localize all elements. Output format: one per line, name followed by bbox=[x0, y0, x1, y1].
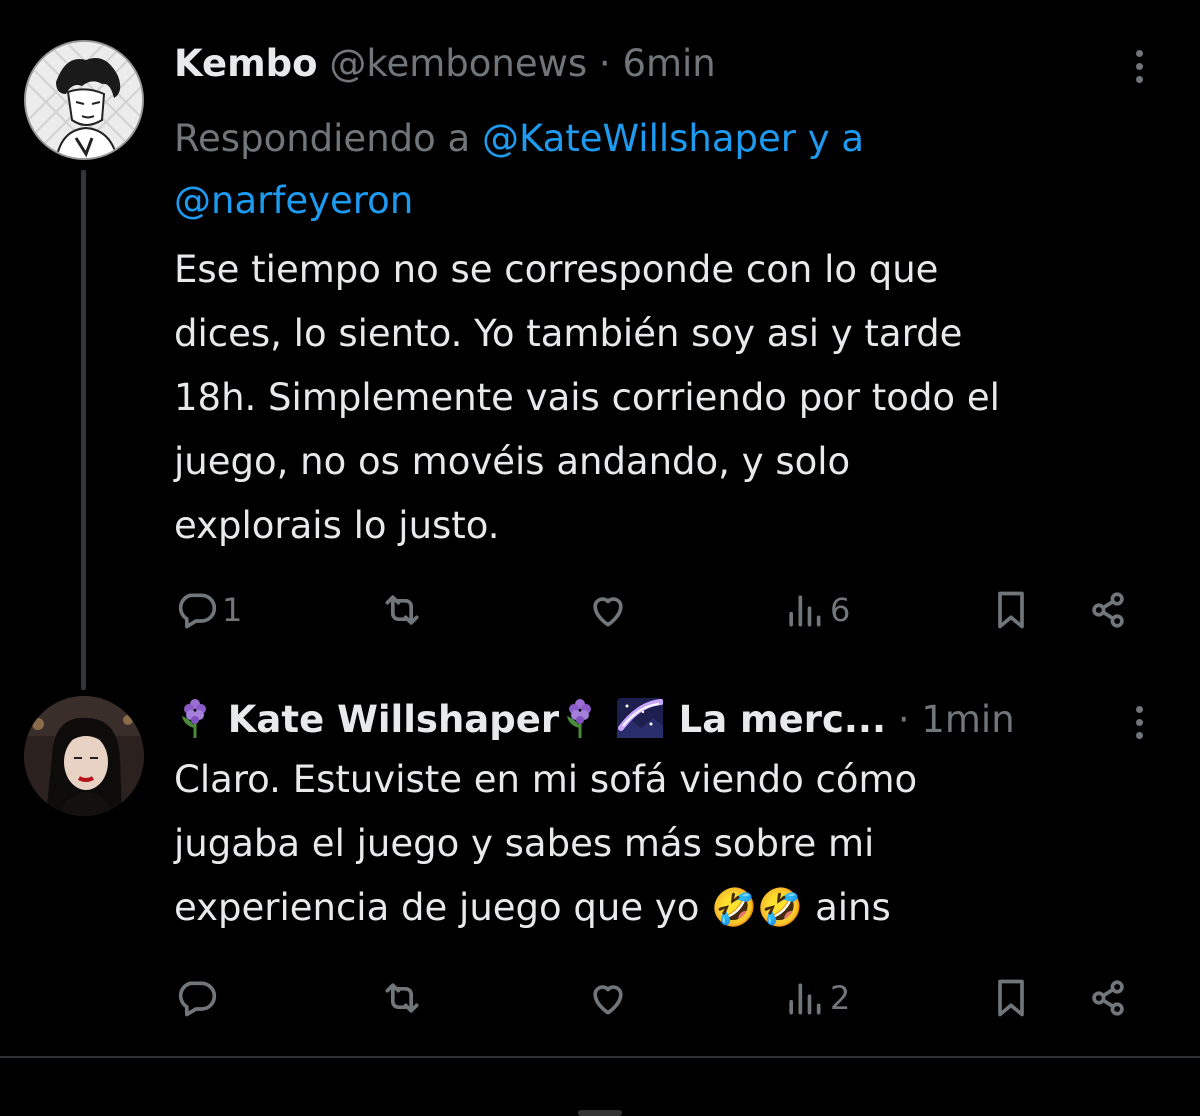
views-icon bbox=[789, 983, 821, 1015]
action-bar: 2 bbox=[174, 968, 1144, 1028]
reply-button[interactable]: 1 bbox=[174, 580, 242, 640]
tweet-text: Ese tiempo no se corresponde con lo que … bbox=[174, 248, 1000, 547]
mention-link[interactable]: @narfeyeron bbox=[174, 179, 413, 222]
bookmark-button[interactable] bbox=[989, 580, 1033, 640]
reply-icon bbox=[178, 981, 217, 1017]
more-icon[interactable] bbox=[1126, 700, 1152, 744]
share-button[interactable] bbox=[1086, 580, 1130, 640]
display-name[interactable]: Kate Willshaper bbox=[228, 698, 559, 741]
retweet-icon bbox=[385, 983, 419, 1013]
more-icon[interactable] bbox=[1126, 44, 1152, 88]
hyacinth-icon bbox=[563, 698, 597, 748]
views-count: 2 bbox=[830, 979, 851, 1017]
avatar[interactable] bbox=[24, 696, 144, 816]
separator: · bbox=[598, 42, 611, 85]
handle[interactable]: @kembonews bbox=[329, 42, 587, 85]
views-count: 6 bbox=[830, 591, 851, 629]
tweet-header: Kate Willshaper La merc... · 1min bbox=[174, 698, 1015, 748]
tweet-text: Claro. Estuviste en mi sofá viendo cómo … bbox=[174, 758, 918, 929]
like-button[interactable] bbox=[586, 580, 634, 640]
reply-button[interactable] bbox=[174, 968, 222, 1028]
heart-icon bbox=[593, 985, 623, 1015]
separator: · bbox=[897, 698, 910, 741]
retweet-icon bbox=[385, 595, 419, 625]
heart-icon bbox=[593, 597, 623, 627]
avatar-photo bbox=[24, 696, 144, 816]
divider bbox=[0, 1056, 1200, 1058]
retweet-button[interactable] bbox=[380, 968, 428, 1028]
timestamp[interactable]: 6min bbox=[622, 42, 715, 85]
replying-joiner: y a bbox=[807, 117, 865, 160]
avatar-illustration bbox=[26, 42, 142, 158]
mention-link[interactable]: @KateWillshaper bbox=[482, 117, 796, 160]
bookmark-button[interactable] bbox=[989, 968, 1033, 1028]
like-button[interactable] bbox=[586, 968, 634, 1028]
replying-to: Respondiendo a @KateWillshaper y a @narf… bbox=[174, 108, 1134, 232]
share-button[interactable] bbox=[1086, 968, 1130, 1028]
reply-icon bbox=[178, 593, 217, 629]
tweet-kembo[interactable]: Kembo @kembonews · 6min Respondiendo a @… bbox=[0, 0, 1200, 690]
retweet-button[interactable] bbox=[380, 580, 428, 640]
share-icon bbox=[1092, 592, 1124, 628]
display-name[interactable]: Kembo bbox=[174, 42, 318, 85]
replying-prefix: Respondiendo a bbox=[174, 117, 471, 160]
hyacinth-icon bbox=[178, 698, 212, 748]
scroll-indicator bbox=[578, 1110, 622, 1116]
bookmark-icon bbox=[998, 591, 1024, 629]
share-icon bbox=[1092, 980, 1124, 1016]
action-bar: 1 6 bbox=[174, 580, 1144, 640]
bookmark-icon bbox=[998, 979, 1024, 1017]
avatar[interactable] bbox=[24, 40, 144, 160]
display-name-suffix[interactable]: La merc... bbox=[679, 698, 886, 741]
reply-count: 1 bbox=[222, 591, 243, 629]
milky-way-icon bbox=[616, 698, 664, 748]
thread-connector-line bbox=[81, 170, 86, 690]
timestamp[interactable]: 1min bbox=[921, 698, 1014, 741]
views-icon bbox=[789, 595, 821, 627]
tweet-header: Kembo @kembonews · 6min bbox=[174, 42, 716, 86]
views-button[interactable]: 6 bbox=[782, 580, 850, 640]
views-button[interactable]: 2 bbox=[782, 968, 850, 1028]
